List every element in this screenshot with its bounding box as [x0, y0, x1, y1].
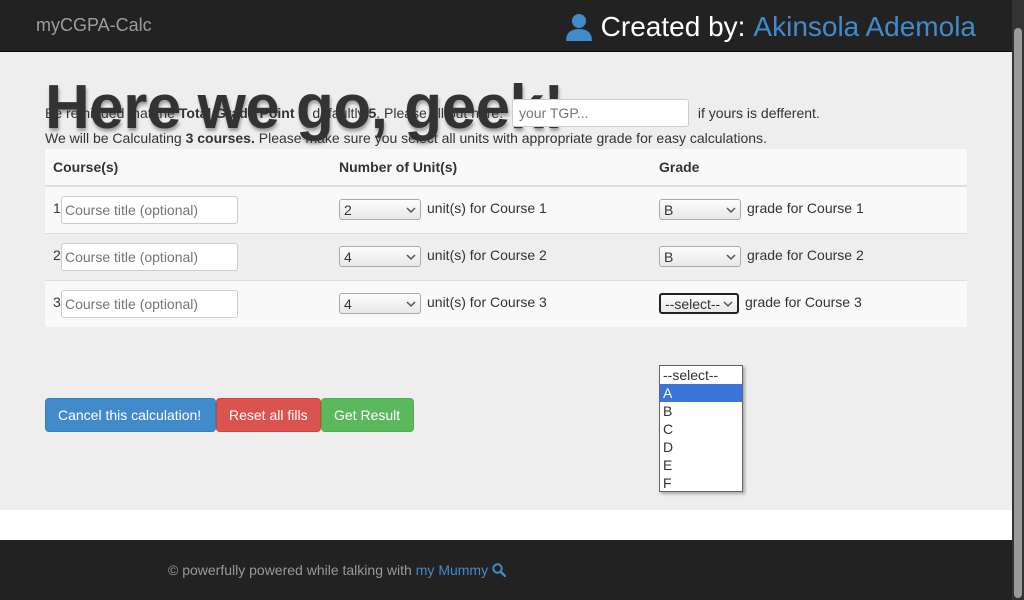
units-select[interactable]: 4: [339, 246, 421, 267]
footer: © powerfully powered while talking with …: [0, 540, 1012, 600]
footer-text: © powerfully powered while talking with: [168, 562, 412, 578]
units-value: 4: [344, 248, 352, 265]
grade-label: grade for Course 3: [745, 294, 862, 311]
chevron-down-icon: [406, 301, 416, 307]
user-icon: [565, 14, 592, 41]
footer-link[interactable]: my Mummy: [416, 562, 488, 578]
row-number: 1: [53, 200, 61, 217]
grade-value: B: [664, 248, 674, 265]
scrollbar-thumb[interactable]: [1014, 28, 1022, 598]
course-title-input[interactable]: [61, 289, 238, 318]
table-row: 1 2 unit(s) for Course 1 Bgrade for Cours…: [45, 185, 967, 233]
grade-select[interactable]: B: [659, 199, 741, 221]
units-label: unit(s) for Course 1: [427, 200, 547, 217]
courses-table: Course(s) Number of Unit(s) Grade 1 2 uni…: [45, 149, 967, 327]
brand-link[interactable]: myCGPA-Calc: [36, 15, 152, 36]
action-buttons: Cancel this calculation! Reset all fills…: [45, 398, 414, 432]
created-by-label: Created by:: [600, 11, 746, 42]
grade-value: B: [664, 201, 674, 218]
chevron-down-icon: [406, 207, 416, 213]
header-grade: Grade: [651, 149, 967, 187]
row-number: 2: [53, 247, 61, 264]
dropdown-option[interactable]: --select--: [660, 366, 742, 384]
course-count-info: We will be Calculating 3 courses. Please…: [45, 130, 767, 146]
table-row: 2 4 unit(s) for Course 2 Bgrade for Cours…: [45, 232, 967, 280]
tgp-input[interactable]: [512, 99, 689, 127]
reset-button[interactable]: Reset all fills: [216, 398, 321, 432]
search-icon[interactable]: [492, 563, 507, 577]
chevron-down-icon: [726, 207, 736, 213]
row-number: 3: [53, 294, 61, 311]
grade-label: grade for Course 2: [747, 247, 864, 264]
grade-dropdown-list: --select-- A B C D E F: [659, 365, 743, 492]
units-select[interactable]: 2: [339, 199, 421, 221]
footer-credit: © powerfully powered while talking with …: [168, 562, 507, 578]
get-result-button[interactable]: Get Result: [321, 398, 414, 432]
dropdown-option[interactable]: F: [660, 474, 742, 492]
info-text-1: We will be Calculating: [45, 130, 186, 146]
course-title-input[interactable]: [61, 242, 238, 271]
table-row: 3 4 unit(s) for Course 3 --select-- grade …: [45, 279, 967, 327]
chevron-down-icon: [726, 253, 736, 260]
grade-select[interactable]: B: [659, 246, 741, 267]
units-label: unit(s) for Course 2: [427, 247, 547, 264]
dropdown-option-highlighted[interactable]: A: [660, 384, 742, 402]
cancel-button[interactable]: Cancel this calculation!: [45, 398, 216, 432]
tgp-text-2: is defaultly: [294, 105, 369, 121]
tgp-default-value: 5: [368, 105, 377, 121]
tgp-reminder: Be reminded that the Total Grade Point i…: [45, 99, 820, 127]
header-units: Number of Unit(s): [331, 149, 651, 187]
units-label: unit(s) for Course 3: [427, 294, 547, 311]
units-value: 4: [344, 295, 352, 312]
tgp-text-4: if yours is defferent.: [694, 105, 820, 121]
author-link[interactable]: Akinsola Ademola: [753, 11, 976, 43]
dropdown-option[interactable]: D: [660, 438, 742, 456]
dropdown-option[interactable]: C: [660, 420, 742, 438]
tgp-text-3: . Please fill out here:: [376, 105, 507, 121]
chevron-down-icon: [406, 253, 416, 260]
course-count: 3 courses.: [185, 130, 255, 146]
header-courses: Course(s): [45, 149, 331, 187]
scrollbar[interactable]: [1012, 0, 1024, 600]
navbar: myCGPA-Calc Created by: Akinsola Ademola: [0, 0, 1012, 52]
units-value: 2: [344, 201, 352, 218]
dropdown-option[interactable]: E: [660, 456, 742, 474]
units-select[interactable]: 4: [339, 293, 421, 315]
course-title-input[interactable]: [61, 195, 238, 224]
grade-label: grade for Course 1: [747, 200, 864, 217]
tgp-bold-label: Total Grade Point: [178, 105, 295, 121]
creator-credit: Created by: Akinsola Ademola: [564, 11, 976, 43]
grade-value: --select--: [665, 295, 721, 312]
tgp-text-1: Be reminded that the: [45, 105, 179, 121]
info-text-2: Please make sure you select all units wi…: [254, 130, 767, 146]
chevron-down-icon: [723, 301, 733, 307]
grade-select-open[interactable]: --select--: [659, 293, 739, 315]
dropdown-option[interactable]: B: [660, 402, 742, 420]
